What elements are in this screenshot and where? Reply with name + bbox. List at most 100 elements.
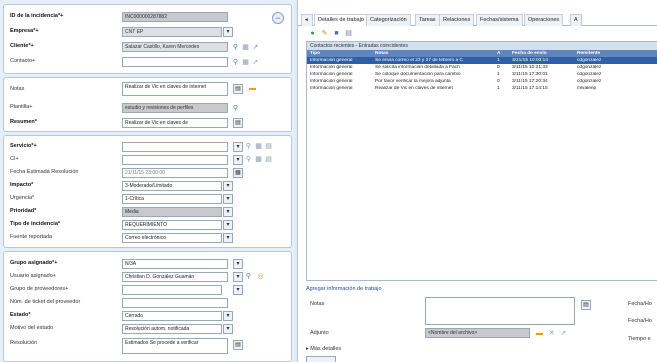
grupo-prov-dropdown[interactable]: ▾ (233, 285, 243, 295)
servicio-dropdown[interactable]: ▾ (233, 142, 243, 152)
search-icon[interactable]: ⚲ (244, 155, 253, 164)
table-row[interactable]: Información general Se coloque documentac… (307, 71, 657, 78)
empresa-field[interactable]: CNT EP (122, 27, 222, 37)
table-row[interactable]: Información general Se envía correo el 23… (307, 57, 657, 64)
bottom-button[interactable] (306, 356, 336, 362)
column-header[interactable]: Tipo (310, 51, 320, 56)
tab-relaciones[interactable]: Relaciones (439, 14, 475, 26)
arrow-icon[interactable]: ➚ (251, 43, 260, 52)
tab-categorizacion[interactable]: Categorización (366, 14, 411, 26)
resumen-field[interactable]: Realizar de Vic en claves de (122, 118, 228, 128)
plantilla-field[interactable]: estudio y revisiones de perfiles (122, 103, 228, 113)
num-ticket-field[interactable] (122, 298, 228, 308)
resumen-expand-button[interactable]: ▤ (233, 118, 243, 128)
grupo-prov-field[interactable] (122, 285, 222, 295)
clear-icon[interactable]: ▦ (241, 43, 250, 52)
table-row[interactable]: Información general Realizar de Vic en cl… (307, 85, 657, 92)
cliente-field[interactable]: Salazar Castillo, Karen Mercedes (122, 42, 228, 52)
table-row[interactable]: Información general Por favor verificar l… (307, 78, 657, 85)
column-header[interactable]: A (497, 51, 500, 56)
clear-icon[interactable]: ▦ (241, 58, 250, 67)
urgencia-dropdown[interactable]: ▾ (223, 194, 233, 204)
resolucion-expand-button[interactable]: ▤ (233, 340, 243, 350)
table-cell: Se coloque documentación para cambio (375, 72, 461, 77)
collapse-button[interactable]: − (272, 12, 284, 24)
tipo-dropdown[interactable]: ▾ (223, 220, 233, 230)
table-cell: 1 (497, 58, 500, 63)
fuente-field[interactable]: Correo electrónico (122, 233, 222, 243)
tab-detalles-trabajo[interactable]: Detalles de trabajo (314, 14, 368, 26)
estado-field[interactable]: Cerrado (122, 311, 222, 321)
table-cell: mlvalenp (577, 86, 597, 91)
grupo-field[interactable]: N/3A (122, 259, 228, 269)
list-icon[interactable]: ▤ (264, 155, 273, 164)
column-header[interactable]: Remitente (577, 51, 600, 56)
search-icon[interactable]: ⚲ (231, 58, 240, 67)
notas-field[interactable]: Realizar de Vic en claves de internet (122, 82, 228, 96)
search-icon[interactable]: ⚲ (244, 142, 253, 151)
ci-field[interactable] (122, 155, 228, 165)
ci-dropdown[interactable]: ▾ (233, 155, 243, 165)
tipo-field[interactable]: REQUERIMIENTO (122, 220, 222, 230)
worknote-notas-field[interactable] (425, 297, 575, 325)
more-details-toggle[interactable]: ▸ Más detalles (306, 346, 341, 352)
contacto-label: Contacto+ (10, 58, 36, 64)
column-header[interactable]: Fecha de envío (512, 51, 547, 56)
resumen-label: Resumen* (10, 119, 37, 125)
arrow-icon[interactable]: ➚ (251, 58, 260, 67)
tab-more[interactable]: A (570, 14, 582, 26)
clear-icon[interactable]: ▦ (254, 142, 263, 151)
table-header: Tipo Notas A Fecha de envío Remitente (307, 50, 657, 57)
table-row[interactable]: Información general Se solicita informaci… (307, 64, 657, 71)
empresa-dropdown[interactable]: ▾ (223, 27, 233, 37)
search-icon[interactable]: ⚲ (231, 104, 240, 113)
clear-icon[interactable]: ▦ (254, 155, 263, 164)
prioridad-dropdown[interactable]: ▾ (223, 207, 233, 217)
refresh-icon[interactable]: ◎ (256, 272, 265, 281)
view-icon[interactable]: ➚ (559, 329, 568, 338)
tab-scroll-left[interactable]: ◂ (301, 14, 313, 26)
save-icon[interactable]: ■ (332, 29, 341, 38)
usuario-field[interactable]: Christian D. González Guamán (122, 272, 228, 282)
resolucion-field[interactable]: Estimados Se procede a verificar (122, 338, 228, 354)
notas-expand-button[interactable]: ▤ (233, 84, 243, 94)
usuario-dropdown[interactable]: ▾ (233, 272, 243, 282)
grupo-dropdown[interactable]: ▾ (233, 259, 243, 269)
more-details-label: Más detalles (310, 346, 342, 352)
estado-dropdown[interactable]: ▾ (223, 311, 233, 321)
prioridad-field: Media (122, 207, 222, 217)
print-icon[interactable]: ▤ (344, 29, 353, 38)
motivo-field[interactable]: Resolución autom. notificada (122, 324, 222, 334)
impacto-dropdown[interactable]: ▾ (223, 181, 233, 191)
servicio-label: Servicio*+ (10, 143, 37, 149)
search-icon[interactable]: ⚲ (244, 272, 253, 281)
fecha-field[interactable]: 21/11/15 23:00:00 (122, 168, 228, 178)
grupo-label: Grupo asignado*+ (10, 260, 58, 266)
tab-operaciones[interactable]: Operaciones (524, 14, 564, 26)
search-icon[interactable]: ⚲ (231, 43, 240, 52)
impacto-field[interactable]: 3-Moderado/Limitado (122, 181, 222, 191)
column-header[interactable]: Notas (375, 51, 388, 56)
tab-fechas-sistema[interactable]: Fechas/sistema (476, 14, 523, 26)
urgencia-field[interactable]: 1-Crítica (122, 194, 222, 204)
servicio-field[interactable] (122, 142, 228, 152)
incident-form: ID de la incidencia*+ INC000000287882 − … (0, 0, 295, 362)
add-icon[interactable]: ● (308, 29, 317, 38)
table-cell: 3/11/15 10:21:33 (512, 65, 548, 70)
tab-tareas[interactable]: Tareas (415, 14, 440, 26)
contacto-field[interactable] (122, 57, 228, 67)
folder-icon[interactable]: ▬ (535, 329, 544, 338)
impacto-label: Impacto* (10, 182, 34, 188)
delete-icon[interactable]: ✕ (547, 329, 556, 338)
attachment-field[interactable]: <Nombre del archivo> (425, 328, 530, 338)
folder-icon[interactable]: ▬ (248, 84, 257, 93)
edit-icon[interactable]: ✎ (320, 29, 329, 38)
fuente-dropdown[interactable]: ▾ (223, 233, 233, 243)
worknote-expand-button[interactable]: ▤ (581, 300, 591, 310)
fecha-label-2: Fecha/Ho (628, 318, 652, 324)
calendar-button[interactable]: ▦ (233, 168, 243, 178)
plantilla-label: Plantilla+ (10, 104, 33, 110)
table-cell: 1 (497, 86, 500, 91)
list-icon[interactable]: ▤ (264, 142, 273, 151)
motivo-dropdown[interactable]: ▾ (223, 324, 233, 334)
